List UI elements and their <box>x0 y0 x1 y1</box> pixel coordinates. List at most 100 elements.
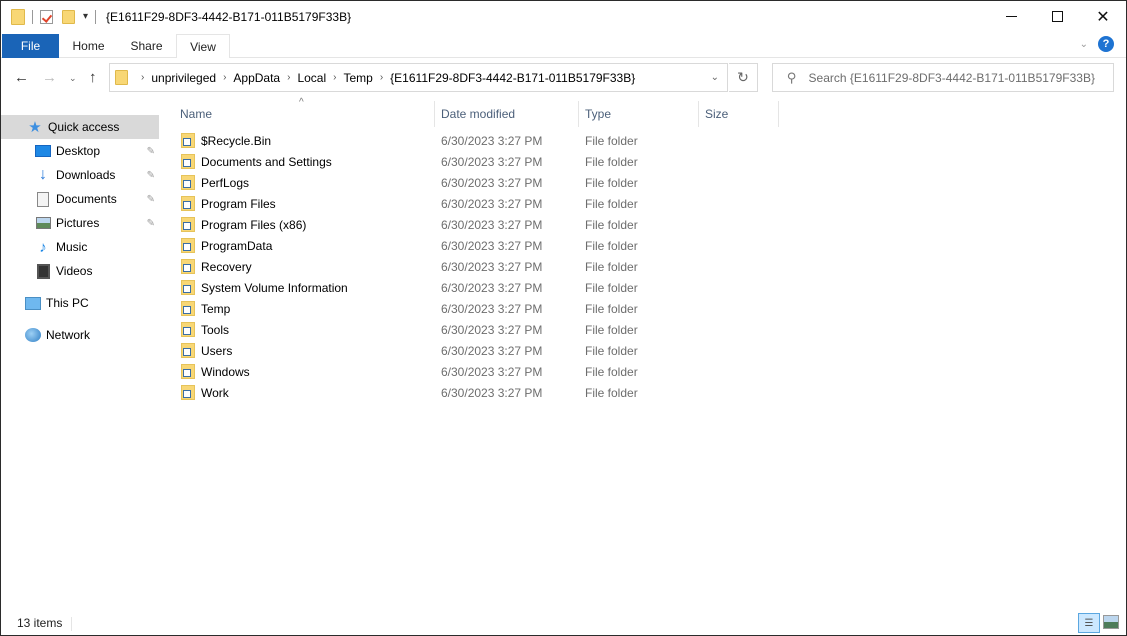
sidebar-item-pictures[interactable]: Pictures ✎ <box>1 211 159 235</box>
address-bar[interactable]: › unprivileged › AppData › Local › Temp … <box>109 63 728 92</box>
column-header-type[interactable]: Type <box>579 101 698 127</box>
breadcrumb-temp[interactable]: Temp <box>343 71 372 85</box>
quick-access-toolbar: ▾ {E1611F29-8DF3-4442-B171-011B5179F33B} <box>1 1 351 32</box>
folder-shortcut-icon <box>181 196 195 211</box>
breadcrumb-local[interactable]: Local <box>297 71 326 85</box>
status-bar: 13 items ☰ <box>1 611 1126 635</box>
sidebar-item-videos[interactable]: Videos <box>1 259 159 283</box>
table-row[interactable]: Temp 6/30/2023 3:27 PM File folder <box>177 298 777 319</box>
chevron-right-icon[interactable]: › <box>141 72 144 83</box>
chevron-right-icon[interactable]: › <box>223 72 226 83</box>
table-row[interactable]: System Volume Information 6/30/2023 3:27 … <box>177 277 777 298</box>
new-folder-icon[interactable] <box>62 9 75 24</box>
large-icons-view-button[interactable] <box>1103 615 1119 629</box>
file-type: File folder <box>585 175 638 190</box>
close-button[interactable]: ✕ <box>1080 1 1126 32</box>
recent-locations-icon[interactable]: ⌄ <box>69 73 77 84</box>
column-header-size[interactable]: Size <box>699 101 778 127</box>
toolbar-separator <box>95 9 97 24</box>
file-type: File folder <box>585 385 638 400</box>
help-icon[interactable]: ? <box>1098 36 1114 52</box>
properties-icon[interactable] <box>40 9 53 24</box>
pin-icon[interactable]: ✎ <box>147 218 155 229</box>
this-pc-icon <box>25 295 41 311</box>
pictures-icon <box>35 215 51 231</box>
address-dropdown-icon[interactable]: ⌄ <box>711 72 719 83</box>
column-divider[interactable] <box>778 101 779 127</box>
sidebar-item-network[interactable]: Network <box>1 323 159 347</box>
sidebar-item-downloads[interactable]: ↓ Downloads ✎ <box>1 163 159 187</box>
file-name: $Recycle.Bin <box>201 133 272 148</box>
expand-ribbon-icon[interactable]: ⌄ <box>1080 39 1088 50</box>
date-modified: 6/30/2023 3:27 PM <box>441 175 543 190</box>
sidebar-item-documents[interactable]: Documents ✎ <box>1 187 159 211</box>
toolbar-separator <box>32 9 33 24</box>
sidebar-item-label: Quick access <box>48 120 120 134</box>
chevron-right-icon[interactable]: › <box>287 72 290 83</box>
pin-icon[interactable]: ✎ <box>147 194 155 205</box>
table-row[interactable]: ProgramData 6/30/2023 3:27 PM File folder <box>177 235 777 256</box>
sidebar-item-quick-access[interactable]: ★ Quick access <box>1 115 159 139</box>
details-view-button[interactable]: ☰ <box>1078 613 1100 633</box>
navigation-pane: ★ Quick access Desktop ✎ ↓ Downloads ✎ D… <box>1 101 169 601</box>
breadcrumb-appdata[interactable]: AppData <box>233 71 280 85</box>
minimize-button[interactable] <box>988 1 1034 32</box>
tab-view[interactable]: View <box>176 34 230 58</box>
table-row[interactable]: $Recycle.Bin 6/30/2023 3:27 PM File folder <box>177 130 777 151</box>
pin-icon[interactable]: ✎ <box>147 170 155 181</box>
file-name: Temp <box>201 301 231 316</box>
tab-share[interactable]: Share <box>118 34 175 58</box>
folder-shortcut-icon <box>181 238 195 253</box>
ribbon: File Home Share View ⌄ ? <box>1 32 1126 58</box>
up-arrow-icon[interactable]: ↑ <box>89 69 97 86</box>
tab-home[interactable]: Home <box>61 34 116 58</box>
file-type: File folder <box>585 343 638 358</box>
sidebar-item-label: Network <box>46 328 91 342</box>
search-input[interactable]: ⚲ Search {E1611F29-8DF3-4442-B171-011B51… <box>772 63 1114 92</box>
column-header-date-modified[interactable]: Date modified <box>435 101 578 127</box>
date-modified: 6/30/2023 3:27 PM <box>441 364 543 379</box>
table-row[interactable]: Tools 6/30/2023 3:27 PM File folder <box>177 319 777 340</box>
file-explorer-window: ▾ {E1611F29-8DF3-4442-B171-011B5179F33B}… <box>0 0 1127 636</box>
tab-file[interactable]: File <box>2 34 59 58</box>
folder-shortcut-icon <box>181 343 195 358</box>
breadcrumb-unprivileged[interactable]: unprivileged <box>151 71 216 85</box>
customize-dropdown-icon[interactable]: ▾ <box>83 11 88 22</box>
table-row[interactable]: Program Files 6/30/2023 3:27 PM File folde… <box>177 193 777 214</box>
folder-shortcut-icon <box>181 259 195 274</box>
back-arrow-icon[interactable]: ← <box>14 69 29 86</box>
file-name: Program Files (x86) <box>201 217 307 232</box>
chevron-right-icon[interactable]: › <box>333 72 336 83</box>
chevron-right-icon[interactable]: › <box>380 72 383 83</box>
table-row[interactable]: Work 6/30/2023 3:27 PM File folder <box>177 382 777 403</box>
window-title: {E1611F29-8DF3-4442-B171-011B5179F33B} <box>106 9 352 24</box>
file-name: System Volume Information <box>201 280 348 295</box>
folder-icon[interactable] <box>11 8 25 25</box>
column-header-name[interactable]: Name <box>174 101 434 127</box>
file-name: Recovery <box>201 259 252 274</box>
table-row[interactable]: Recovery 6/30/2023 3:27 PM File folder <box>177 256 777 277</box>
maximize-icon <box>1051 11 1063 22</box>
file-list-view: ^ Name Date modified Type Size $Recycle.… <box>169 97 1127 601</box>
refresh-button[interactable]: ↻ <box>729 63 758 92</box>
breadcrumb-current-folder[interactable]: {E1611F29-8DF3-4442-B171-011B5179F33B} <box>390 71 635 85</box>
date-modified: 6/30/2023 3:27 PM <box>441 343 543 358</box>
file-type: File folder <box>585 322 638 337</box>
sidebar-item-music[interactable]: ♪ Music <box>1 235 159 259</box>
navigation-bar: ← → ⌄ ↑ › unprivileged › AppData › Local… <box>1 61 1126 93</box>
table-row[interactable]: Users 6/30/2023 3:27 PM File folder <box>177 340 777 361</box>
maximize-button[interactable] <box>1034 1 1080 32</box>
sidebar-item-desktop[interactable]: Desktop ✎ <box>1 139 159 163</box>
sidebar-item-this-pc[interactable]: This PC <box>1 291 159 315</box>
forward-arrow-icon[interactable]: → <box>42 69 57 86</box>
file-type: File folder <box>585 154 638 169</box>
file-name: PerfLogs <box>201 175 250 190</box>
pin-icon[interactable]: ✎ <box>147 146 155 157</box>
table-row[interactable]: Program Files (x86) 6/30/2023 3:27 PM File… <box>177 214 777 235</box>
table-row[interactable]: PerfLogs 6/30/2023 3:27 PM File folder <box>177 172 777 193</box>
table-row[interactable]: Documents and Settings 6/30/2023 3:27 PM F… <box>177 151 777 172</box>
table-row[interactable]: Windows 6/30/2023 3:27 PM File folder <box>177 361 777 382</box>
status-divider <box>71 617 72 631</box>
sidebar-item-label: Downloads <box>56 168 116 182</box>
minimize-icon <box>1005 16 1017 17</box>
